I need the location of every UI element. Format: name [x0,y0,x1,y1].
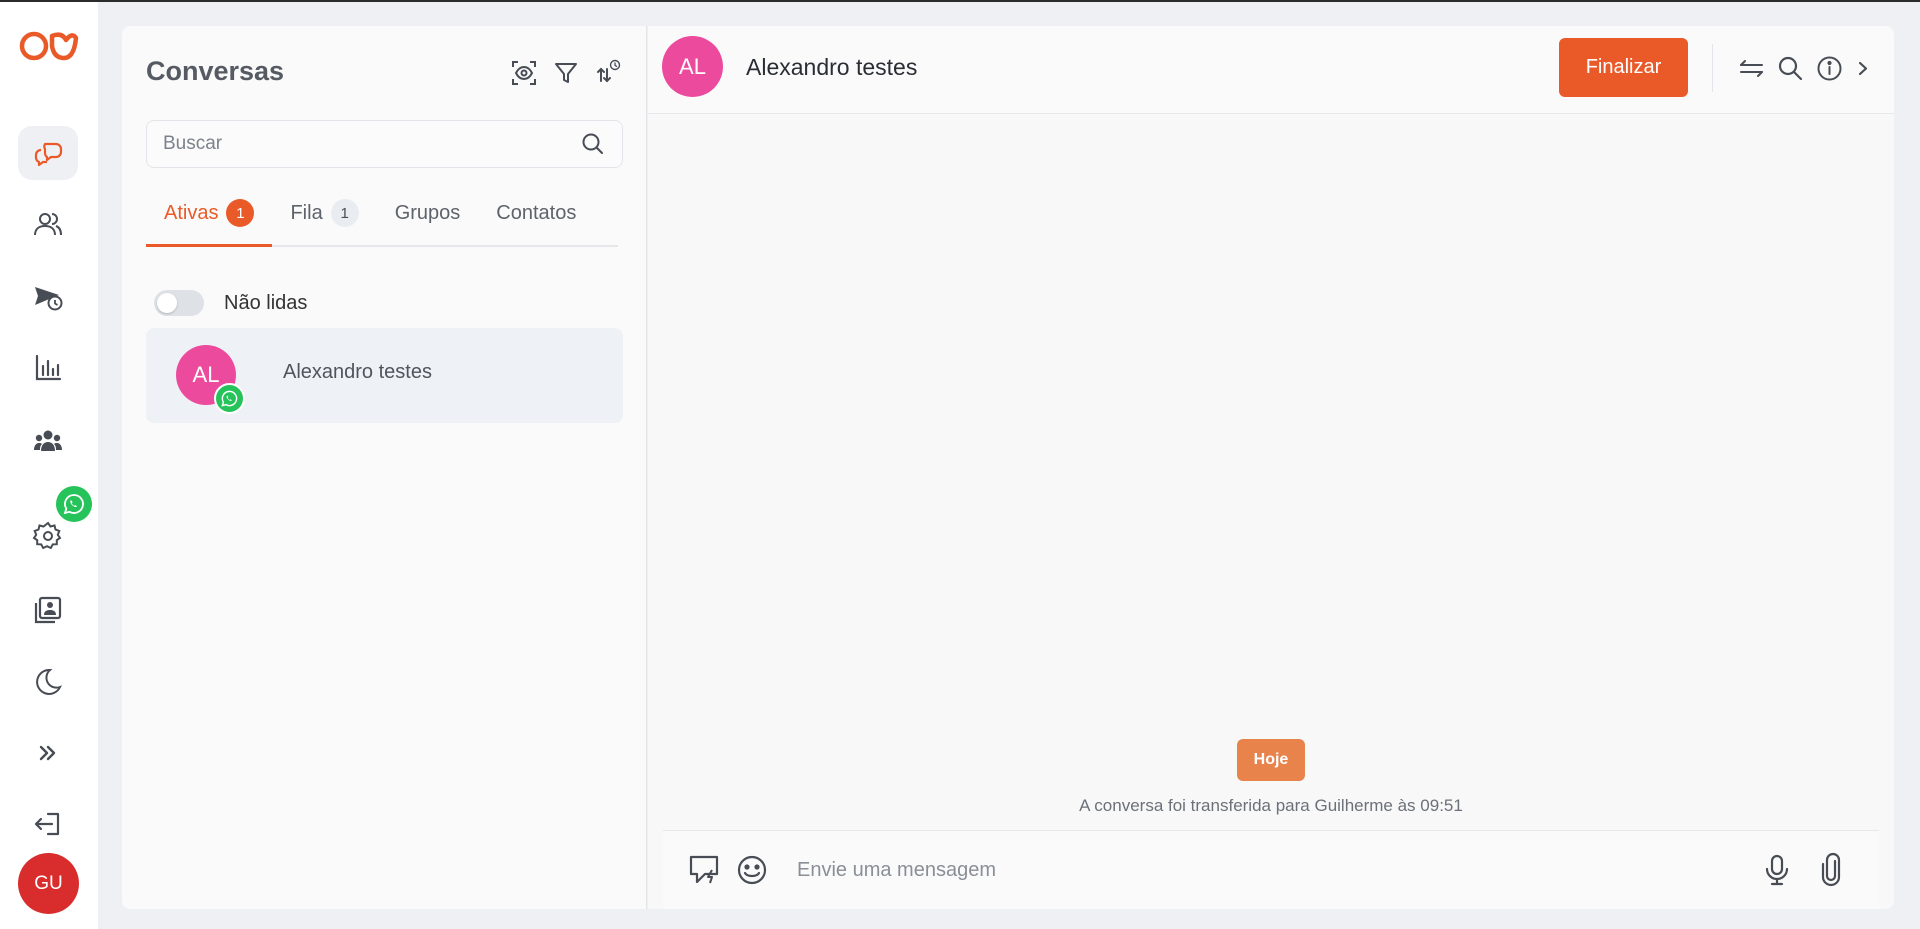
tab-ativas[interactable]: Ativas 1 [146,199,273,247]
left-rail: GU [0,2,98,929]
microphone-icon [1765,854,1789,886]
view-toggle-button[interactable] [508,56,540,90]
record-audio-button[interactable] [1756,849,1798,891]
filter-icon [555,63,577,83]
avatar[interactable]: AL [662,36,723,97]
double-chevron-right-icon [39,745,56,761]
emoji-icon [737,855,767,885]
search-icon [1778,56,1803,80]
divider [1712,44,1713,92]
whatsapp-status-icon[interactable] [56,486,92,522]
search-messages-button[interactable] [1775,50,1806,86]
tab-label: Fila [290,202,323,224]
emoji-button[interactable] [731,849,773,891]
search-icon[interactable] [580,131,606,157]
gear-icon [32,521,62,550]
sort-clock-icon [597,59,621,83]
list-item[interactable]: AL Alexandro testes [146,328,623,423]
info-button[interactable] [1814,50,1845,86]
chat-panel: AL Alexandro testes Finalizar Hoje A con… [648,26,1894,909]
count-badge: 1 [330,199,359,227]
contact-book-icon [34,596,62,624]
search-box [146,120,623,168]
unread-toggle[interactable] [154,290,204,316]
tab-label: Contatos [496,202,577,224]
nav-reports[interactable] [18,341,78,395]
finalize-button[interactable]: Finalizar [1559,38,1688,97]
whatsapp-icon [214,383,245,414]
info-icon [1817,56,1842,80]
send-clock-icon [35,287,63,311]
paperclip-icon [1821,852,1841,887]
nav-teams[interactable] [18,414,78,468]
group-icon [34,430,62,451]
sort-button[interactable] [592,56,624,90]
user-avatar[interactable]: GU [18,853,79,914]
page-title: Conversas [146,56,285,86]
logout-icon [34,812,60,836]
nav-expand[interactable] [18,726,78,780]
brand-logo[interactable] [16,28,80,64]
tab-grupos[interactable]: Grupos [377,202,479,247]
contact-name: Alexandro testes [283,361,432,383]
tab-label: Grupos [394,202,461,224]
expand-details-button[interactable] [1853,50,1873,86]
message-input[interactable] [797,849,1697,891]
bar-chart-icon [35,354,62,381]
eye-scan-icon [512,61,536,85]
nav-contact-book[interactable] [18,583,78,637]
transfer-arrows-icon [1740,59,1763,77]
conversation-tools [508,56,624,90]
nav-logout[interactable] [18,797,78,851]
conversations-panel: Conversas Buscar Ativas 1 Fila 1 Grupos … [122,26,647,909]
transfer-button[interactable] [1736,50,1767,86]
chat-contact-name: Alexandro testes [746,54,918,80]
chevron-right-icon [1858,61,1868,75]
nav-scheduled[interactable] [18,270,78,324]
nav-dark-mode[interactable] [18,655,78,709]
search-input[interactable] [163,133,580,155]
chat-header: AL Alexandro testes Finalizar [648,26,1894,114]
tab-label: Ativas [164,202,219,224]
tab-contatos[interactable]: Contatos [478,202,594,247]
unread-filter: Não lidas [154,290,307,316]
tab-fila[interactable]: Fila 1 [272,199,376,247]
quick-replies-button[interactable] [683,849,725,891]
conversation-tabs: Ativas 1 Fila 1 Grupos Contatos [146,199,618,247]
system-message: A conversa foi transferida para Guilherm… [1079,796,1463,815]
chat-bubbles-icon [34,142,63,167]
count-badge: 1 [226,199,255,227]
attach-button[interactable] [1810,849,1852,891]
unread-toggle-label: Não lidas [224,291,308,314]
quick-reply-icon [689,855,719,884]
moon-icon [36,668,62,695]
filter-button[interactable] [550,56,582,90]
message-composer [663,830,1879,909]
nav-conversations[interactable] [18,126,78,180]
chat-header-actions [1736,50,1873,86]
users-icon [34,213,62,236]
date-separator: Hoje [1237,739,1305,781]
nav-contacts[interactable] [18,197,78,251]
